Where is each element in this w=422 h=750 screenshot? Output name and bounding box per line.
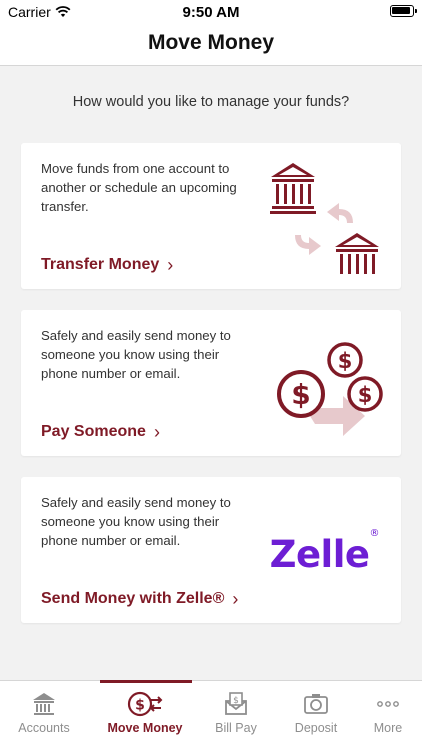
- tab-bill-pay[interactable]: $ Bill Pay: [194, 681, 278, 750]
- svg-text:$: $: [291, 378, 310, 411]
- pay-someone-card[interactable]: Safely and easily send money to someone …: [21, 310, 401, 456]
- action-label: Send Money with Zelle®: [41, 590, 225, 607]
- zelle-registered-mark: ®: [369, 527, 380, 539]
- svg-text:$: $: [358, 383, 373, 407]
- zelle-logo: Zelle®: [269, 528, 380, 576]
- coins-send-icon: $ $ $: [277, 342, 383, 436]
- tab-label: Move Money: [107, 721, 183, 735]
- card-description: Safely and easily send money to someone …: [41, 328, 231, 381]
- bank-transfer-icon: [270, 163, 379, 274]
- send-money-zelle-link[interactable]: Send Money with Zelle® ›: [41, 590, 238, 608]
- page-title: Move Money: [147, 31, 275, 54]
- pay-someone-link[interactable]: Pay Someone ›: [41, 423, 160, 441]
- action-label: Pay Someone: [41, 423, 146, 440]
- action-label: Transfer Money: [41, 256, 160, 273]
- bank-icon: [33, 693, 55, 715]
- tab-label: Bill Pay: [215, 721, 257, 735]
- svg-text:$: $: [338, 349, 353, 373]
- page-prompt: How would you like to manage your funds?: [72, 94, 350, 110]
- battery-icon: [390, 5, 417, 17]
- nav-header: Move Money: [0, 24, 422, 66]
- tab-label: More: [373, 721, 403, 735]
- svg-text:$: $: [233, 696, 239, 706]
- camera-icon: [304, 694, 328, 714]
- tab-bar: Accounts $ Move Money $ Bill Pay Deposit: [0, 680, 422, 750]
- zelle-logo-text: Zelle: [269, 533, 370, 576]
- bill-envelope-icon: $: [225, 692, 247, 715]
- tab-more[interactable]: More: [348, 681, 422, 750]
- tab-label: Deposit: [294, 721, 338, 735]
- dollar-transfer-icon: $: [127, 691, 163, 717]
- tab-accounts[interactable]: Accounts: [2, 681, 86, 750]
- transfer-money-card[interactable]: Move funds from one account to another o…: [21, 143, 401, 289]
- status-time: 9:50 AM: [182, 4, 240, 21]
- chevron-right-icon: ›: [232, 589, 239, 609]
- card-description: Move funds from one account to another o…: [41, 161, 237, 214]
- chevron-right-icon: ›: [167, 255, 174, 275]
- zelle-card[interactable]: Safely and easily send money to someone …: [21, 477, 401, 623]
- tab-move-money[interactable]: $ Move Money: [100, 680, 192, 750]
- svg-text:$: $: [135, 698, 145, 714]
- more-dots-icon: [377, 701, 399, 707]
- tab-deposit[interactable]: Deposit: [274, 681, 358, 750]
- chevron-right-icon: ›: [153, 422, 160, 442]
- tab-label: Accounts: [18, 721, 70, 735]
- transfer-money-link[interactable]: Transfer Money ›: [41, 256, 173, 274]
- card-description: Safely and easily send money to someone …: [41, 495, 231, 548]
- status-bar: Carrier 9:50 AM: [0, 0, 422, 24]
